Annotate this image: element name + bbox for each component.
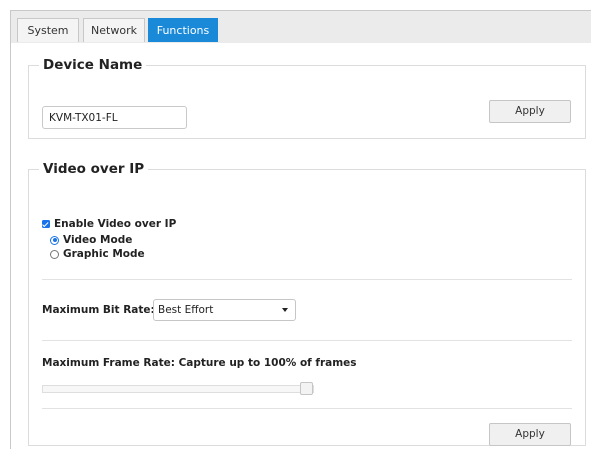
device-name-heading: Device Name	[43, 57, 143, 73]
divider	[42, 340, 572, 341]
enable-video-over-ip-label: Enable Video over IP	[54, 218, 177, 230]
graphic-mode-label: Graphic Mode	[63, 248, 145, 260]
video-mode-radio[interactable]	[50, 235, 59, 245]
tab-bar: System Network Functions	[11, 11, 591, 43]
graphic-mode-radio[interactable]	[50, 249, 59, 259]
divider	[42, 408, 572, 409]
video-over-ip-heading: Video over IP	[43, 161, 145, 177]
video-mode-label: Video Mode	[63, 234, 133, 246]
max-bit-rate-value: Best Effort	[158, 304, 214, 316]
chevron-down-icon	[282, 308, 288, 312]
frame-rate-slider-handle[interactable]	[300, 382, 313, 395]
frame-rate-slider-track[interactable]	[42, 385, 314, 393]
graphic-mode-option[interactable]: Graphic Mode	[50, 248, 145, 260]
tab-system[interactable]: System	[17, 18, 79, 42]
tab-network[interactable]: Network	[83, 18, 145, 42]
video-over-ip-apply-button[interactable]: Apply	[489, 423, 571, 446]
device-name-section: Device Name Apply	[28, 57, 586, 139]
device-name-apply-button[interactable]: Apply	[489, 100, 571, 123]
enable-video-over-ip-row[interactable]: Enable Video over IP	[42, 218, 176, 230]
tab-functions[interactable]: Functions	[148, 18, 218, 42]
video-over-ip-section: Video over IP Enable Video over IP Video…	[28, 161, 586, 446]
max-bit-rate-label: Maximum Bit Rate:	[42, 304, 155, 316]
device-name-input[interactable]	[42, 106, 187, 129]
video-mode-option[interactable]: Video Mode	[50, 234, 132, 246]
divider	[42, 279, 572, 280]
max-bit-rate-select[interactable]: Best Effort	[153, 299, 296, 321]
max-frame-rate-label: Maximum Frame Rate: Capture up to 100% o…	[42, 357, 357, 369]
enable-video-over-ip-checkbox[interactable]	[42, 220, 50, 228]
app-frame: System Network Functions Device Name App…	[10, 10, 591, 449]
